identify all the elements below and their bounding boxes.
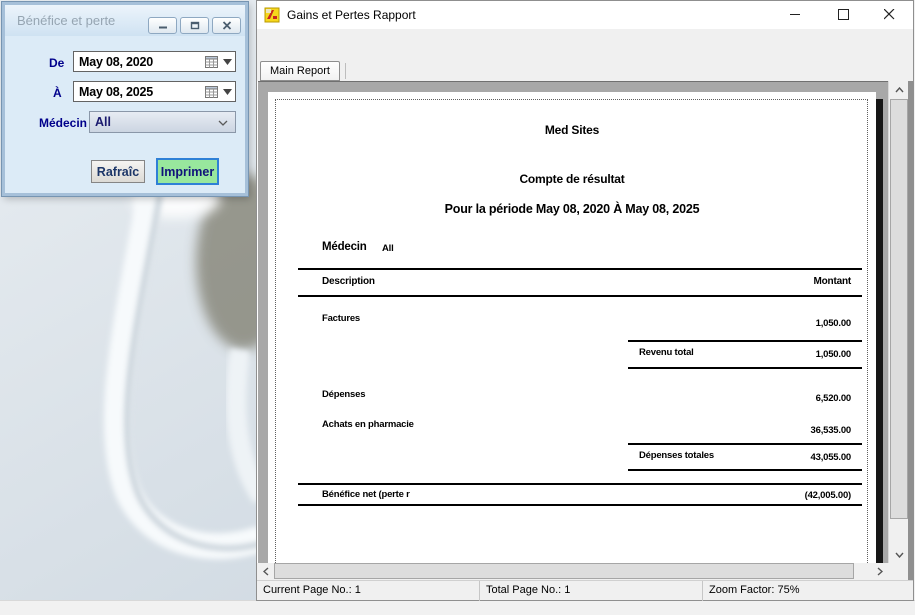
to-date-label: À <box>53 86 62 100</box>
dropdown-caret-icon[interactable] <box>223 59 232 65</box>
doctor-label: Médecin <box>39 116 87 130</box>
vertical-scroll-thumb[interactable] <box>890 99 908 519</box>
column-description: Description <box>322 276 375 287</box>
row-label: Factures <box>322 313 360 324</box>
chevron-down-icon <box>218 120 228 126</box>
report-page: Med Sites Compte de résultat Pour la pér… <box>268 92 876 563</box>
dialog-title: Bénéfice et perte <box>17 13 115 28</box>
close-button[interactable] <box>869 1 909 28</box>
report-title: Compte de résultat <box>268 172 876 186</box>
dropdown-caret-icon[interactable] <box>223 89 232 95</box>
chevron-right-icon <box>877 567 883 576</box>
window-title: Gains et Pertes Rapport <box>287 8 416 22</box>
from-date-label: De <box>49 56 64 70</box>
total-label: Bénéfice net (perte r <box>322 489 410 500</box>
maximize-icon <box>838 9 849 20</box>
subtotal-value: 1,050.00 <box>568 349 851 360</box>
status-total-page: Total Page No.: 1 <box>486 584 570 596</box>
report-doctor-value: All <box>382 243 394 254</box>
report-window: Gains et Pertes Rapport <box>256 0 914 601</box>
from-date-field[interactable]: May 08, 2020 <box>73 51 236 72</box>
row-value: 1,050.00 <box>568 318 851 329</box>
doctor-selected-value: All <box>95 115 111 129</box>
row-label: Achats en pharmacie <box>322 419 414 430</box>
report-tabbar: Main Report <box>257 59 913 81</box>
tab-separator <box>345 63 346 79</box>
dialog-close-button[interactable] <box>212 17 241 34</box>
rule-header-top <box>298 268 862 270</box>
scroll-right-button[interactable] <box>871 563 888 580</box>
refresh-button[interactable]: Rafraîc <box>91 160 145 183</box>
tab-main-report-label: Main Report <box>270 65 330 77</box>
rule-header-bottom <box>298 295 862 297</box>
horizontal-scrollbar[interactable] <box>257 563 888 580</box>
report-doctor-label: Médecin <box>322 241 367 253</box>
rule-subtotal-top <box>628 340 862 342</box>
horizontal-scroll-thumb[interactable] <box>274 563 854 579</box>
dialog-minimize-button[interactable] <box>148 17 177 34</box>
window-titlebar: Gains et Pertes Rapport <box>257 1 913 29</box>
total-value: (42,005.00) <box>568 490 851 501</box>
calendar-icon[interactable] <box>205 55 218 68</box>
vertical-scrollbar[interactable] <box>888 81 908 563</box>
window-right-frame <box>908 81 913 580</box>
subtotal-value: 43,055.00 <box>568 452 851 463</box>
status-separator <box>702 581 703 601</box>
row-value: 6,520.00 <box>568 393 851 404</box>
restore-icon <box>190 21 200 30</box>
rule-total-bottom <box>298 504 862 506</box>
close-icon <box>884 9 895 20</box>
print-report-button[interactable]: Imprimer <box>156 158 219 185</box>
row-value: 36,535.00 <box>568 425 851 436</box>
profit-loss-dialog: Bénéfice et perte De May 08, 2020 À May … <box>2 2 248 196</box>
row-label: Dépenses <box>322 389 365 400</box>
report-company: Med Sites <box>268 123 876 137</box>
scroll-down-button[interactable] <box>890 546 908 563</box>
status-bar: Current Page No.: 1 Total Page No.: 1 Zo… <box>257 580 913 600</box>
tab-main-report[interactable]: Main Report <box>260 61 340 81</box>
parent-status-strip <box>0 600 915 615</box>
print-button-label: Imprimer <box>161 165 215 179</box>
status-zoom-factor: Zoom Factor: 75% <box>709 584 799 596</box>
crystal-reports-app-icon <box>264 7 280 23</box>
status-current-page: Current Page No.: 1 <box>263 584 361 596</box>
dialog-restore-button[interactable] <box>180 17 209 34</box>
refresh-button-label: Rafraîc <box>97 165 139 179</box>
minimize-icon <box>158 21 168 30</box>
rule-subtotal-bottom <box>628 469 862 471</box>
rule-total-top <box>298 483 862 485</box>
viewer-toolbar: (?) /1 <box>257 29 913 59</box>
report-viewer: Med Sites Compte de résultat Pour la pér… <box>258 81 888 563</box>
dialog-titlebar: Bénéfice et perte <box>5 5 245 36</box>
column-amount: Montant <box>568 276 851 287</box>
doctor-select[interactable]: All <box>89 111 236 133</box>
status-separator <box>479 581 480 601</box>
to-date-field[interactable]: May 08, 2025 <box>73 81 236 102</box>
chevron-left-icon <box>263 567 269 576</box>
chevron-down-icon <box>895 552 904 558</box>
from-date-value: May 08, 2020 <box>79 55 153 69</box>
minimize-icon <box>790 9 801 20</box>
scrollbar-corner <box>888 563 908 580</box>
maximize-button[interactable] <box>823 1 863 28</box>
minimize-button[interactable] <box>775 1 815 28</box>
rule-subtotal-top <box>628 443 862 445</box>
close-icon <box>222 21 232 30</box>
to-date-value: May 08, 2025 <box>79 85 153 99</box>
report-period: Pour la période May 08, 2020 À May 08, 2… <box>268 202 876 216</box>
scroll-up-button[interactable] <box>890 81 908 98</box>
rule-subtotal-bottom <box>628 367 862 369</box>
calendar-icon[interactable] <box>205 85 218 98</box>
scroll-left-button[interactable] <box>257 563 274 580</box>
chevron-up-icon <box>895 87 904 93</box>
